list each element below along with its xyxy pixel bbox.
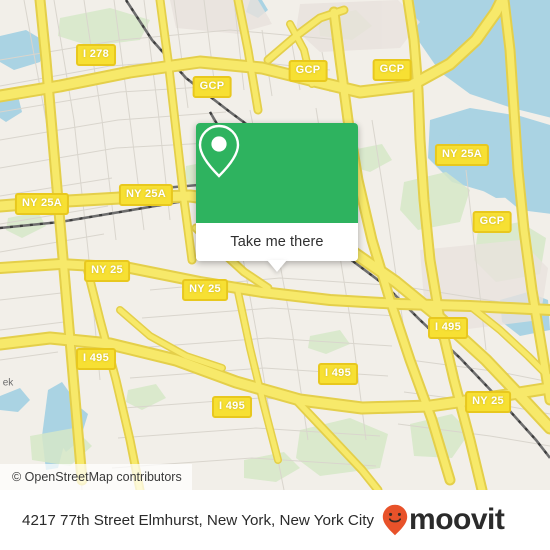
moovit-smiley-pin-icon bbox=[382, 504, 408, 536]
popup-header bbox=[196, 123, 358, 223]
location-pin-icon bbox=[198, 124, 240, 178]
footer-bar: 4217 77th Street Elmhurst, New York, New… bbox=[0, 490, 550, 550]
road-shield: I 278 bbox=[76, 44, 116, 66]
map-canvas[interactable]: I 278 GCP GCP GCP NY 25A NY 25A NY 25A GCP NY 25… bbox=[0, 0, 550, 490]
road-shield: I 495 bbox=[428, 317, 468, 339]
road-shield: GCP bbox=[472, 211, 512, 233]
road-shield: GCP bbox=[288, 60, 328, 82]
moovit-logo[interactable]: moovit bbox=[382, 503, 505, 536]
location-popup-card[interactable]: Take me there bbox=[196, 123, 358, 272]
road-shield: NY 25 bbox=[182, 279, 228, 301]
take-me-there-button[interactable]: Take me there bbox=[196, 223, 358, 272]
road-shield: NY 25 bbox=[465, 391, 511, 413]
road-shield: I 495 bbox=[318, 363, 358, 385]
popup-tail-pointer bbox=[267, 260, 287, 272]
road-shield: NY 25A bbox=[434, 144, 490, 166]
moovit-wordmark: moovit bbox=[409, 503, 505, 536]
road-shield: NY 25A bbox=[14, 193, 70, 215]
road-shield: NY 25A bbox=[118, 184, 174, 206]
road-shield: GCP bbox=[372, 59, 412, 81]
place-label: ek bbox=[2, 377, 14, 389]
road-shield: I 495 bbox=[76, 348, 116, 370]
road-shield: NY 25 bbox=[84, 260, 130, 282]
road-shield: I 495 bbox=[212, 396, 252, 418]
map-attribution[interactable]: © OpenStreetMap contributors bbox=[0, 464, 192, 490]
map-screenshot: I 278 GCP GCP GCP NY 25A NY 25A NY 25A GCP NY 25… bbox=[0, 0, 550, 550]
address-label: 4217 77th Street Elmhurst, New York, New… bbox=[22, 511, 375, 529]
road-shield: GCP bbox=[192, 76, 232, 98]
take-me-there-label: Take me there bbox=[230, 234, 324, 250]
